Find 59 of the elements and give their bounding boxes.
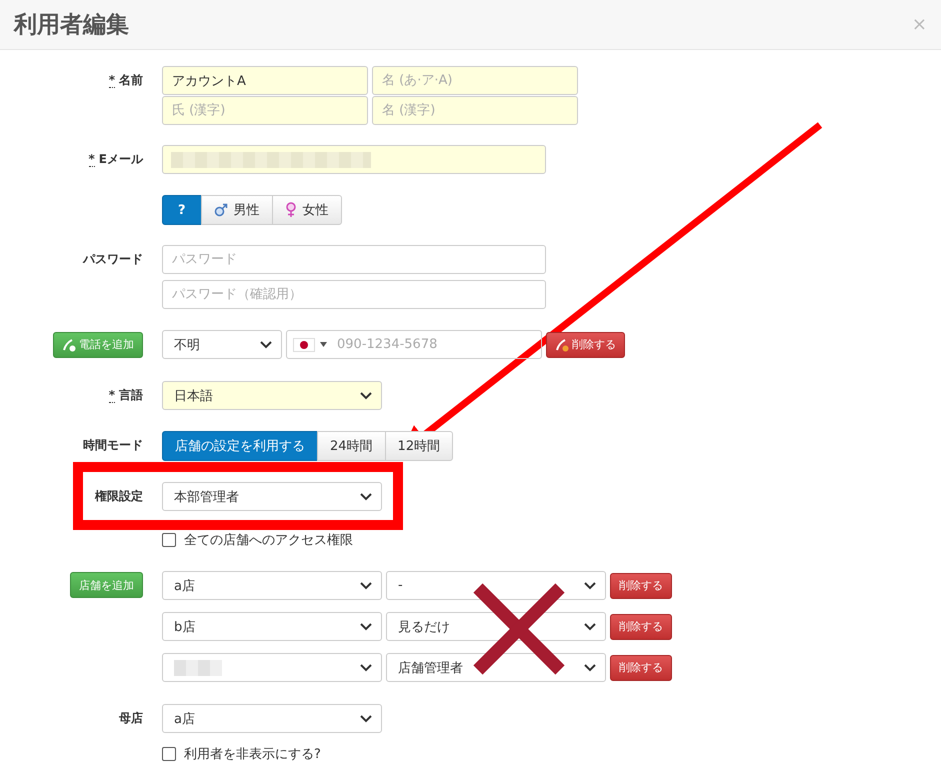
name-input-field[interactable]: 名 (あ·ア·A): [372, 66, 578, 95]
chevron-down-icon: [584, 664, 596, 672]
store-select[interactable]: a店: [162, 571, 382, 600]
password-input-field[interactable]: パスワード: [162, 245, 546, 274]
gender-option[interactable]: 女性: [272, 195, 342, 225]
language-select[interactable]: 日本語: [162, 381, 382, 410]
field-label: 権限設定: [95, 488, 143, 505]
checkbox[interactable]: [162, 533, 176, 547]
checkbox-label: 全ての店舗へのアクセス権限: [184, 532, 353, 549]
female-symbol-icon: [284, 202, 297, 218]
japan-flag-icon: [293, 338, 315, 352]
delete-store-button[interactable]: 削除する: [610, 654, 672, 680]
store-select[interactable]: b店: [162, 612, 382, 641]
phone-number-input[interactable]: 090-1234-5678: [335, 336, 535, 353]
gender-option[interactable]: 男性: [200, 195, 273, 225]
phone-remove-icon: [555, 338, 569, 352]
password-input-field[interactable]: パスワード（確認用）: [162, 280, 546, 309]
delete-phone-button[interactable]: 削除する: [546, 332, 625, 358]
chevron-down-icon: [584, 622, 596, 630]
field-label: 母店: [119, 710, 143, 727]
chevron-down-icon: [360, 392, 372, 400]
chevron-down-icon: [260, 340, 272, 348]
time-mode-option[interactable]: 12時間: [384, 431, 454, 461]
role-select[interactable]: -: [386, 571, 606, 600]
delete-store-button[interactable]: 削除する: [610, 572, 672, 598]
chevron-down-icon: [360, 492, 372, 500]
time-mode-option[interactable]: 店舗の設定を利用する: [162, 431, 318, 461]
chevron-down-icon: [360, 714, 372, 722]
required-mark: *: [108, 73, 115, 88]
chevron-down-icon: [360, 622, 372, 630]
gender-option[interactable]: ?: [162, 195, 202, 225]
male-symbol-icon: [214, 203, 228, 217]
required-mark: *: [108, 388, 115, 403]
field-label: 時間モード: [83, 437, 143, 454]
time-mode-option[interactable]: 24時間: [317, 431, 386, 461]
phone-type-select[interactable]: 不明: [162, 330, 282, 359]
email-input-field[interactable]: [162, 145, 546, 174]
home-store-select[interactable]: a店: [162, 704, 382, 733]
checkbox[interactable]: [162, 747, 176, 761]
name-input-field[interactable]: アカウントA: [162, 66, 368, 95]
name-input-field[interactable]: 氏 (漢字): [162, 96, 368, 125]
blurred-text: [174, 660, 222, 676]
chevron-down-icon: [360, 664, 372, 672]
checkbox-label: 利用者を非表示にする?: [184, 746, 321, 763]
field-label: 言語: [119, 387, 143, 404]
role-select[interactable]: 店舗管理者: [386, 653, 606, 682]
phone-input-field[interactable]: 090-1234-5678: [286, 330, 542, 359]
caret-icon: [320, 342, 327, 347]
permission-select[interactable]: 本部管理者: [162, 482, 382, 511]
dialog-title: 利用者編集: [14, 11, 129, 40]
field-label: パスワード: [83, 251, 143, 268]
required-mark: *: [88, 152, 95, 167]
delete-store-button[interactable]: 削除する: [610, 614, 672, 640]
phone-add-icon: [62, 338, 76, 352]
field-label: Eメール: [98, 151, 143, 168]
chevron-down-icon: [360, 582, 372, 590]
chevron-down-icon: [584, 582, 596, 590]
field-label: 名前: [119, 72, 143, 89]
name-input-field[interactable]: 名 (漢字): [372, 96, 578, 125]
